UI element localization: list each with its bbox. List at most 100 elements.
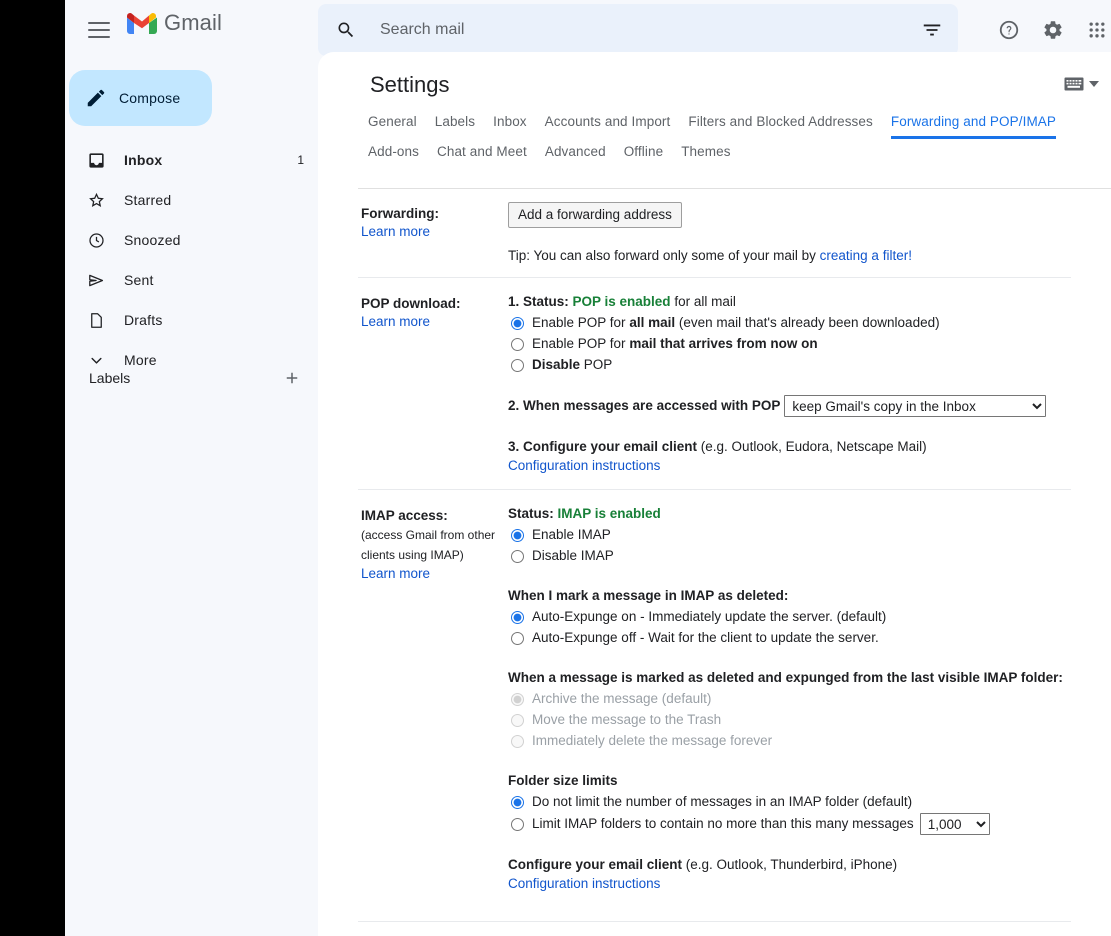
imap-status-prefix: Status: [508, 506, 558, 521]
imap-expunge-off-radio[interactable] [511, 631, 524, 645]
creating-a-filter-link[interactable]: creating a filter! [820, 248, 912, 263]
pop-option-all-mail-radio[interactable] [511, 316, 524, 330]
pop-option-from-now-on[interactable]: Enable POP for mail that arrives from no… [508, 334, 1071, 354]
tab-labels[interactable]: Labels [435, 114, 475, 139]
keyboard-shortcuts-menu[interactable] [1064, 77, 1099, 91]
pop-step3-rest: (e.g. Outlook, Eudora, Netscape Mail) [697, 439, 927, 454]
sidebar-item-snoozed[interactable]: Snoozed [65, 224, 318, 256]
imap-expunge-on-label[interactable]: Auto-Expunge on - Immediately update the… [532, 607, 886, 627]
settings-tabs: General Labels Inbox Accounts and Import… [368, 114, 1108, 165]
imap-expunge-heading: When I mark a message in IMAP as deleted… [508, 588, 789, 603]
imap-expunge-on-option[interactable]: Auto-Expunge on - Immediately update the… [508, 607, 1071, 627]
imap-folder-limit-radio[interactable] [511, 817, 524, 831]
google-apps-grid-icon[interactable] [1081, 14, 1111, 46]
search-options-icon[interactable] [916, 14, 948, 46]
plus-icon[interactable] [280, 366, 304, 390]
pop-option-disable-label[interactable]: Disable POP [532, 355, 612, 375]
imap-folder-nolimit-option[interactable]: Do not limit the number of messages in a… [508, 792, 1071, 812]
pop-status-value: POP is enabled [572, 294, 671, 309]
tab-add-ons[interactable]: Add-ons [368, 144, 419, 165]
tab-offline[interactable]: Offline [624, 144, 663, 165]
imap-expunge-off-option[interactable]: Auto-Expunge off - Wait for the client t… [508, 628, 1071, 648]
imap-folder-nolimit-radio[interactable] [511, 795, 524, 809]
gmail-app: Gmail Search mail Compose Inbox 1 Starre… [65, 0, 1111, 936]
sidebar-item-inbox[interactable]: Inbox 1 [65, 144, 318, 176]
imap-deleted-archive-label: Archive the message (default) [532, 691, 712, 706]
imap-folder-size-heading: Folder size limits [508, 773, 618, 788]
pop-configuration-instructions-link[interactable]: Configuration instructions [508, 458, 660, 473]
pop-option-from-now-on-radio[interactable] [511, 337, 524, 351]
settings-tabs-row-2: Add-ons Chat and Meet Advanced Offline T… [368, 144, 1108, 165]
pop-step3-label: 3. Configure your email client [508, 439, 698, 454]
search-bar[interactable] [318, 4, 958, 56]
imap-enable-radio[interactable] [511, 528, 524, 542]
pop-status-line: 1. Status: POP is enabled for all mail [508, 292, 1071, 312]
imap-deleted-archive-radio [511, 692, 524, 706]
compose-button[interactable]: Compose [69, 70, 212, 126]
imap-expunge-on-radio[interactable] [511, 610, 524, 624]
hamburger-menu-icon[interactable] [86, 17, 112, 43]
sidebar-item-label: Drafts [124, 312, 163, 328]
pop-learn-more-link[interactable]: Learn more [361, 314, 430, 329]
pop-step-2: 2. When messages are accessed with POP k… [508, 395, 1071, 417]
forwarding-tip-text: Tip: You can also forward only some of y… [508, 248, 820, 263]
search-input[interactable] [378, 20, 858, 40]
imap-enable-label[interactable]: Enable IMAP [532, 525, 611, 545]
tab-themes[interactable]: Themes [681, 144, 730, 165]
pop-option-all-mail[interactable]: Enable POP for all mail (even mail that'… [508, 313, 1071, 333]
tab-filters-and-blocked-addresses[interactable]: Filters and Blocked Addresses [688, 114, 873, 139]
imap-folder-limit-label[interactable]: Limit IMAP folders to contain no more th… [532, 814, 914, 834]
imap-disable-radio[interactable] [511, 549, 524, 563]
imap-folder-limit-select[interactable]: 1,000 2,000 5,000 10,000 [919, 813, 990, 835]
imap-disable-label[interactable]: Disable IMAP [532, 546, 614, 566]
sidebar-item-label: Snoozed [124, 232, 181, 248]
imap-enable-option[interactable]: Enable IMAP [508, 525, 1071, 545]
imap-access-section: IMAP access: (access Gmail from other cl… [358, 490, 1071, 921]
pencil-icon [87, 89, 105, 107]
tab-forwarding-and-pop-imap[interactable]: Forwarding and POP/IMAP [890, 114, 1056, 139]
sidebar: Compose Inbox 1 Starred Snoozed Sent Dra… [65, 60, 318, 936]
imap-expunge-off-label[interactable]: Auto-Expunge off - Wait for the client t… [532, 628, 879, 648]
sidebar-item-drafts[interactable]: Drafts [65, 304, 318, 336]
imap-deleted-trash-option: Move the message to the Trash [508, 710, 1071, 730]
imap-deleted-forever-radio [511, 734, 524, 748]
imap-status-line: Status: IMAP is enabled [508, 504, 1071, 524]
sidebar-item-label: Sent [124, 272, 154, 288]
gmail-logo[interactable]: Gmail [127, 10, 222, 36]
pop-body-col: 1. Status: POP is enabled for all mail E… [508, 292, 1071, 475]
sidebar-item-starred[interactable]: Starred [65, 184, 318, 216]
tab-general[interactable]: General [368, 114, 417, 139]
pop-access-select[interactable]: keep Gmail's copy in the Inbox mark Gmai… [784, 395, 1047, 417]
imap-folder-nolimit-label[interactable]: Do not limit the number of messages in a… [532, 792, 912, 812]
tab-chat-and-meet[interactable]: Chat and Meet [437, 144, 527, 165]
pop-option-all-mail-label[interactable]: Enable POP for all mail (even mail that'… [532, 313, 940, 333]
forwarding-section: Forwarding: Learn more Add a forwarding … [358, 188, 1071, 278]
tab-advanced[interactable]: Advanced [545, 144, 606, 165]
caret-down-icon [1089, 81, 1099, 87]
sidebar-item-label: Starred [124, 192, 172, 208]
settings-tabs-row-1: General Labels Inbox Accounts and Import… [368, 114, 1108, 139]
sidebar-item-sent[interactable]: Sent [65, 264, 318, 296]
forwarding-label-col: Forwarding: Learn more [358, 202, 508, 263]
pop-option-disable[interactable]: Disable POP [508, 355, 1071, 375]
pop-option-from-now-on-label[interactable]: Enable POP for mail that arrives from no… [532, 334, 818, 354]
forwarding-tip: Tip: You can also forward only some of y… [508, 248, 1071, 263]
search-icon [338, 22, 354, 38]
pop-option-disable-radio[interactable] [511, 358, 524, 372]
sidebar-nav-list: Inbox 1 Starred Snoozed Sent Drafts More [65, 144, 318, 376]
imap-configuration-instructions-link[interactable]: Configuration instructions [508, 876, 660, 891]
imap-learn-more-link[interactable]: Learn more [361, 566, 430, 581]
pop-label-col: POP download: Learn more [358, 292, 508, 475]
forwarding-learn-more-link[interactable]: Learn more [361, 224, 430, 239]
tab-accounts-and-import[interactable]: Accounts and Import [545, 114, 671, 139]
compose-label: Compose [119, 90, 181, 106]
imap-configure-rest: (e.g. Outlook, Thunderbird, iPhone) [682, 857, 898, 872]
imap-disable-option[interactable]: Disable IMAP [508, 546, 1071, 566]
imap-deleted-trash-label: Move the message to the Trash [532, 712, 722, 727]
tab-inbox[interactable]: Inbox [493, 114, 527, 139]
imap-deleted-forever-label: Immediately delete the message forever [532, 733, 773, 748]
add-forwarding-address-button[interactable]: Add a forwarding address [508, 202, 682, 228]
imap-folder-limit-option[interactable]: Limit IMAP folders to contain no more th… [508, 813, 1071, 835]
help-icon[interactable] [993, 14, 1025, 46]
gear-icon[interactable] [1037, 14, 1069, 46]
